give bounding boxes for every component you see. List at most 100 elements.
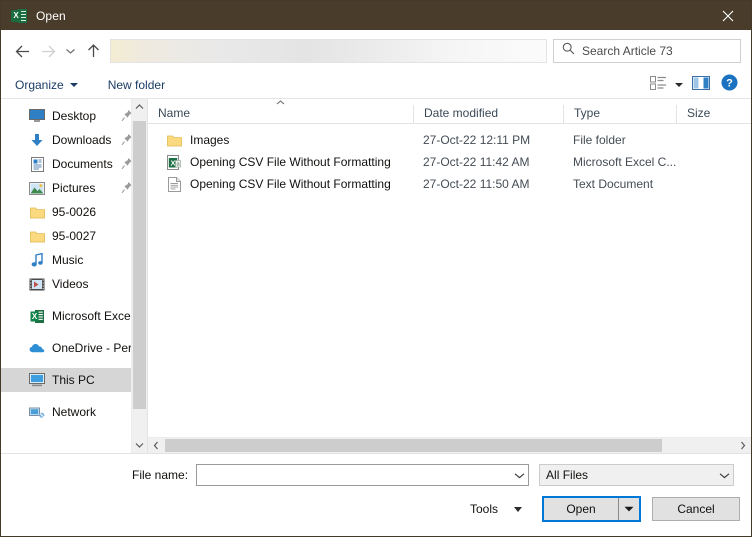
sidebar-item-label: Pictures <box>52 181 96 195</box>
file-name-row: File name: All Files <box>1 454 751 486</box>
svg-text:X: X <box>170 158 175 167</box>
preview-pane-button[interactable] <box>687 74 715 96</box>
address-bar[interactable] <box>110 39 547 63</box>
network-icon <box>29 404 45 420</box>
search-input[interactable]: Search Article 73 <box>553 39 741 63</box>
tools-label: Tools <box>469 502 498 516</box>
date-modified-cell: 27-Oct-22 12:11 PM <box>423 133 531 147</box>
chevron-down-icon <box>675 83 683 87</box>
desktop-icon <box>29 108 45 124</box>
svg-text:?: ? <box>726 78 733 90</box>
downloads-icon <box>29 132 45 148</box>
sidebar-item-label: Documents <box>52 157 113 171</box>
folder-icon <box>29 204 45 220</box>
sidebar-item-desktop[interactable]: Desktop <box>1 104 147 128</box>
tools-button[interactable]: Tools <box>470 502 522 516</box>
folder-icon <box>29 228 45 244</box>
scroll-right-icon[interactable] <box>735 438 751 453</box>
chevron-down-icon[interactable] <box>716 472 733 479</box>
scroll-up-icon[interactable] <box>132 99 147 115</box>
table-row[interactable]: Images 27-Oct-22 12:11 PM File folder <box>148 129 751 151</box>
column-header-row: Name Date modified Type Size <box>148 99 751 124</box>
file-list-pane: Name Date modified Type Size Images 27-O… <box>147 99 751 453</box>
sidebar-item-onedrive[interactable]: OneDrive - Person <box>1 336 147 360</box>
sidebar-item-label: Music <box>52 253 84 267</box>
scrollbar-thumb[interactable] <box>133 121 146 409</box>
sidebar-item-pictures[interactable]: Pictures <box>1 176 147 200</box>
type-cell: File folder <box>573 133 626 147</box>
sidebar-item-downloads[interactable]: Downloads <box>1 128 147 152</box>
sidebar-item-documents[interactable]: Documents <box>1 152 147 176</box>
sidebar-item-label: Microsoft Excel <box>52 309 134 323</box>
chevron-down-icon[interactable] <box>511 472 528 479</box>
sidebar-item-label: Videos <box>52 277 89 291</box>
file-name-input[interactable] <box>196 464 530 486</box>
file-name-cell: Images <box>148 132 413 148</box>
svg-text:X: X <box>31 312 37 321</box>
excel-icon: X <box>29 308 45 324</box>
chevron-down-icon <box>69 83 78 87</box>
open-split-button: Open <box>542 496 641 522</box>
sidebar-item-label: Downloads <box>52 133 112 147</box>
text-document-icon <box>166 176 182 192</box>
help-button[interactable]: ? <box>715 74 743 96</box>
close-icon[interactable] <box>705 1 751 30</box>
cancel-button[interactable]: Cancel <box>652 497 740 521</box>
cancel-label: Cancel <box>677 502 715 516</box>
sidebar-item-label: This PC <box>52 373 95 387</box>
sidebar-item-music[interactable]: Music <box>1 248 147 272</box>
documents-icon <box>29 156 45 172</box>
title-bar: X Open <box>1 1 751 30</box>
music-icon <box>29 252 45 268</box>
sidebar-scrollbar[interactable] <box>131 99 147 453</box>
up-arrow-icon[interactable] <box>80 38 106 64</box>
back-arrow-icon[interactable] <box>9 38 35 64</box>
column-header-date-modified[interactable]: Date modified <box>413 105 563 123</box>
organize-button[interactable]: Organize <box>15 78 78 92</box>
organize-label: Organize <box>15 78 64 92</box>
table-row[interactable]: Opening CSV File Without Formatting 27-O… <box>148 173 751 195</box>
column-header-size[interactable]: Size <box>676 105 731 123</box>
command-bar-right: ? <box>646 74 743 96</box>
pictures-icon <box>29 180 45 196</box>
new-folder-button[interactable]: New folder <box>108 78 165 92</box>
preview-pane-icon <box>692 75 710 95</box>
open-label: Open <box>566 502 596 516</box>
file-name-label: Opening CSV File Without Formatting <box>190 177 391 191</box>
window-title: Open <box>36 8 66 23</box>
sidebar-item-95-0026[interactable]: 95-0026 <box>1 200 147 224</box>
folder-icon <box>166 132 182 148</box>
view-layout-button[interactable] <box>646 75 687 95</box>
file-list-horizontal-scrollbar[interactable] <box>148 437 751 453</box>
scroll-left-icon[interactable] <box>148 438 164 453</box>
help-icon: ? <box>721 74 738 96</box>
dialog-body: Desktop Downloads Documents Pictures 95-… <box>1 99 751 453</box>
sidebar-item-videos[interactable]: Videos <box>1 272 147 296</box>
sidebar-item-95-0027[interactable]: 95-0027 <box>1 224 147 248</box>
file-name-label: Images <box>190 133 230 147</box>
chevron-down-icon[interactable] <box>61 38 80 64</box>
file-rows: Images 27-Oct-22 12:11 PM File folder X <box>148 124 751 195</box>
sidebar-item-microsoft-excel[interactable]: X Microsoft Excel <box>1 304 147 328</box>
table-row[interactable]: X a Opening CSV File Without Formatting … <box>148 151 751 173</box>
scroll-down-icon[interactable] <box>132 437 147 453</box>
navigation-bar: Search Article 73 <box>1 30 751 72</box>
onedrive-icon <box>29 340 45 356</box>
file-name-cell: X a Opening CSV File Without Formatting <box>148 154 413 170</box>
sidebar-item-this-pc[interactable]: This PC <box>1 368 147 392</box>
open-button[interactable]: Open <box>544 498 618 520</box>
command-bar: Organize New folder ? <box>1 72 751 99</box>
excel-icon: X <box>11 8 27 24</box>
date-modified-cell: 27-Oct-22 11:50 AM <box>423 177 530 191</box>
chevron-down-icon <box>514 506 522 512</box>
file-name-cell: Opening CSV File Without Formatting <box>148 176 413 192</box>
scrollbar-thumb[interactable] <box>165 439 662 452</box>
file-type-filter-dropdown[interactable]: All Files <box>539 464 735 486</box>
sidebar-item-network[interactable]: Network <box>1 400 147 424</box>
videos-icon <box>29 276 45 292</box>
column-header-name[interactable]: Name <box>148 105 413 123</box>
sidebar-item-label: Network <box>52 405 97 419</box>
dialog-footer: File name: All Files Tools Open Cancel <box>1 453 751 536</box>
column-header-type[interactable]: Type <box>563 105 676 123</box>
open-dropdown-button[interactable] <box>618 498 639 520</box>
